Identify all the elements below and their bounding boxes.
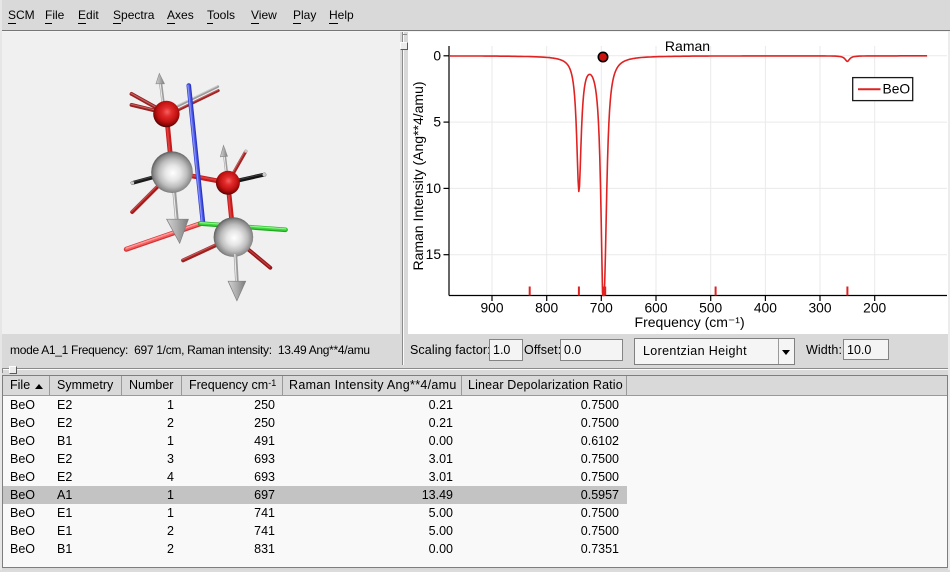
svg-text:Raman Intensity (Ang**4/amu): Raman Intensity (Ang**4/amu) — [410, 81, 426, 270]
svg-text:BeO: BeO — [883, 82, 911, 97]
svg-text:400: 400 — [754, 301, 777, 316]
svg-text:10: 10 — [426, 181, 442, 196]
svg-text:700: 700 — [590, 301, 613, 316]
svg-text:0: 0 — [433, 48, 441, 63]
svg-text:800: 800 — [535, 301, 558, 316]
svg-text:200: 200 — [863, 301, 886, 316]
svg-text:Frequency (cm⁻¹): Frequency (cm⁻¹) — [635, 314, 745, 330]
svg-text:Raman: Raman — [665, 38, 710, 54]
svg-text:15: 15 — [426, 247, 442, 262]
svg-text:300: 300 — [808, 301, 831, 316]
svg-text:900: 900 — [480, 301, 503, 316]
svg-text:5: 5 — [433, 115, 441, 130]
